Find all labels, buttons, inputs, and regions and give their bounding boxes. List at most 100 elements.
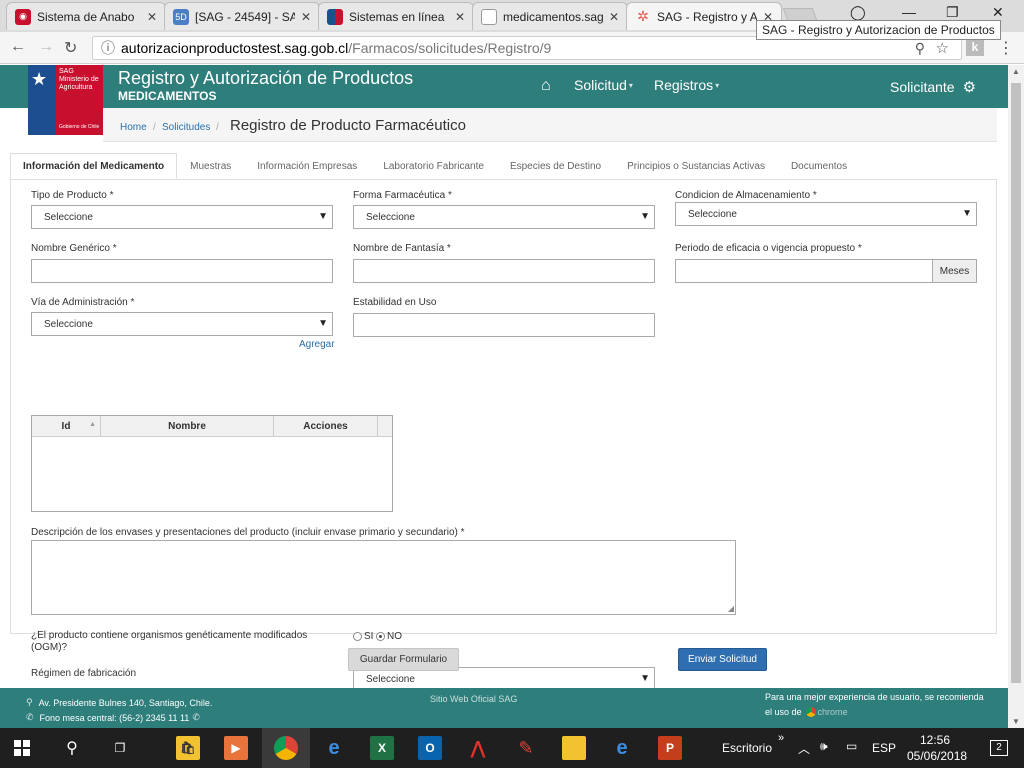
maximize-icon[interactable]: ❐	[946, 4, 959, 21]
acrobat-icon[interactable]: ⋀	[466, 736, 490, 760]
zoom-icon[interactable]: ⚲	[915, 40, 925, 57]
outlook-icon[interactable]: O	[418, 736, 442, 760]
tab-documentos[interactable]: Documentos	[778, 153, 860, 179]
radio-icon[interactable]	[353, 632, 362, 641]
sag-logo[interactable]: ★ SAG Ministerio de Agricultura Gobierno…	[28, 65, 103, 135]
language-indicator[interactable]: ESP	[872, 741, 896, 755]
toolbar-expand-icon[interactable]: »	[778, 732, 784, 744]
close-window-icon[interactable]: ✕	[992, 4, 1004, 21]
grid-col-acciones[interactable]: Acciones	[274, 416, 378, 437]
grid-col-id[interactable]: Id ▲	[32, 416, 101, 437]
estabilidad-uso-input[interactable]	[353, 313, 655, 337]
close-icon[interactable]: ✕	[455, 10, 465, 24]
sort-icon[interactable]: ▲	[89, 421, 96, 428]
nombre-fantasia-input[interactable]	[353, 259, 655, 283]
menu-icon[interactable]: ⋮	[998, 38, 1014, 58]
nombre-generico-input[interactable]	[31, 259, 333, 283]
edge-icon[interactable]: e	[610, 736, 634, 760]
ogm-radio-no[interactable]: NO	[376, 631, 402, 642]
file-explorer-icon[interactable]	[562, 736, 586, 760]
extension-icon[interactable]: k	[966, 38, 984, 56]
network-icon[interactable]: ▭	[846, 739, 857, 753]
drawing-app-icon[interactable]: ✎	[514, 736, 538, 760]
url-host: autorizacionproductostest.sag.gob.cl	[121, 40, 349, 56]
profile-icon[interactable]: ◯	[850, 4, 866, 21]
scrollbar-thumb[interactable]	[1011, 83, 1021, 683]
tray-chevron-icon[interactable]: ︿	[798, 740, 810, 757]
condicion-almacenamiento-select[interactable]: Seleccione ▼	[675, 202, 977, 226]
breadcrumb-solicitudes[interactable]: Solicitudes	[162, 122, 210, 133]
forward-icon[interactable]: →	[38, 38, 54, 56]
guardar-formulario-button[interactable]: Guardar Formulario	[348, 648, 459, 671]
minimize-icon[interactable]: —	[902, 4, 916, 20]
address-text: Av. Presidente Bulnes 140, Santiago, Chi…	[38, 697, 213, 708]
tipo-producto-select[interactable]: Seleccione ▼	[31, 205, 333, 229]
close-icon[interactable]: ✕	[301, 10, 311, 24]
flag-favicon-icon	[327, 8, 343, 25]
task-view-icon[interactable]: ❐	[108, 736, 132, 760]
clock-time[interactable]: 12:56	[920, 733, 950, 747]
close-icon[interactable]: ✕	[609, 10, 619, 24]
bookmark-star-icon[interactable]: ☆	[936, 39, 949, 57]
gear-icon[interactable]: ⚙	[963, 78, 976, 96]
tab-laboratorio-fabricante[interactable]: Laboratorio Fabricante	[370, 153, 497, 179]
scroll-down-icon[interactable]: ▼	[1012, 717, 1020, 726]
scroll-up-icon[interactable]: ▲	[1012, 67, 1020, 76]
desktop-label[interactable]: Escritorio	[722, 741, 772, 755]
tab-principios-activos[interactable]: Principios o Sustancias Activas	[614, 153, 778, 179]
agregar-link[interactable]: Agregar	[299, 339, 335, 350]
windows-taskbar: ⚲ ❐ 🛍 ▶ e X O ⋀ ✎ e P Escritorio » ︿ 🕪 ▭…	[0, 728, 1024, 768]
grid-col-nombre[interactable]: Nombre	[101, 416, 274, 437]
volume-icon[interactable]: 🕪	[820, 739, 828, 754]
atom-favicon-icon: ✲	[637, 8, 649, 24]
url-path: /Farmacos/solicitudes/Registro/9	[348, 40, 552, 56]
browser-tab-3[interactable]: Sistemas en línea ✕	[318, 2, 474, 30]
notifications-icon[interactable]: 2	[990, 740, 1008, 756]
media-player-icon[interactable]: ▶	[224, 736, 248, 760]
logo-text: SAG Ministerio de Agricultura	[59, 68, 99, 91]
reload-icon[interactable]: ↻	[64, 38, 77, 58]
breadcrumb-home[interactable]: Home	[120, 122, 147, 133]
descripcion-envases-textarea[interactable]: ◢	[31, 540, 736, 615]
store-icon[interactable]: 🛍	[176, 736, 200, 760]
home-icon[interactable]: ⌂	[541, 77, 551, 95]
search-icon[interactable]: ⚲	[60, 736, 84, 760]
excel-icon[interactable]: X	[370, 736, 394, 760]
browser-tab-4[interactable]: medicamentos.sag ✕	[472, 2, 628, 30]
tab-muestras[interactable]: Muestras	[177, 153, 244, 179]
nav-registros[interactable]: Registros ▾	[654, 77, 719, 93]
dropdown-arrow-icon: ▼	[318, 211, 328, 222]
radio-checked-icon[interactable]	[376, 632, 385, 641]
periodo-eficacia-input[interactable]	[675, 259, 933, 283]
ogm-radio-si[interactable]: SI	[353, 631, 373, 642]
browser-tab-1[interactable]: ◉ Sistema de Anabo ✕	[6, 2, 166, 30]
tab-informacion-medicamento[interactable]: Información del Medicamento	[10, 153, 178, 179]
enviar-solicitud-button[interactable]: Enviar Solicitud	[678, 648, 767, 671]
chrome-icon[interactable]	[274, 736, 298, 760]
internet-explorer-icon[interactable]: e	[322, 736, 346, 760]
clock-date[interactable]: 05/06/2018	[907, 749, 967, 763]
browser-tab-2[interactable]: 5D [SAG - 24549] - SA ✕	[164, 2, 320, 30]
via-administracion-grid: Id ▲ Nombre Acciones	[31, 415, 393, 512]
windows-start-icon[interactable]	[14, 740, 30, 756]
nombre-generico-label: Nombre Genérico *	[31, 243, 117, 254]
forma-farmaceutica-select[interactable]: Seleccione ▼	[353, 205, 655, 229]
estabilidad-uso-label: Estabilidad en Uso	[353, 297, 437, 308]
powerpoint-icon[interactable]: P	[658, 736, 682, 760]
resize-grip-icon[interactable]: ◢	[728, 604, 734, 613]
footer-site[interactable]: Sitio Web Oficial SAG	[430, 694, 517, 704]
grid-col-label: Id	[61, 421, 71, 432]
nav-solicitud[interactable]: Solicitud ▾	[574, 77, 633, 93]
home-nav[interactable]: ⌂	[541, 77, 551, 95]
close-icon[interactable]: ✕	[147, 10, 157, 24]
page-scrollbar[interactable]: ▲ ▼	[1008, 65, 1024, 728]
ogm-label-line2: (OGM)?	[31, 642, 68, 653]
ogm-label-line1: ¿El producto contiene organismos genétic…	[31, 630, 308, 641]
tab-informacion-empresas[interactable]: Información Empresas	[244, 153, 370, 179]
tab-especies-destino[interactable]: Especies de Destino	[497, 153, 614, 179]
info-icon[interactable]: ⓘ	[101, 38, 115, 58]
via-administracion-select[interactable]: Seleccione ▼	[31, 312, 333, 336]
back-icon[interactable]: ←	[10, 38, 26, 56]
select-value: Seleccione	[688, 208, 737, 220]
user-menu[interactable]: Solicitante ⚙	[890, 78, 976, 96]
